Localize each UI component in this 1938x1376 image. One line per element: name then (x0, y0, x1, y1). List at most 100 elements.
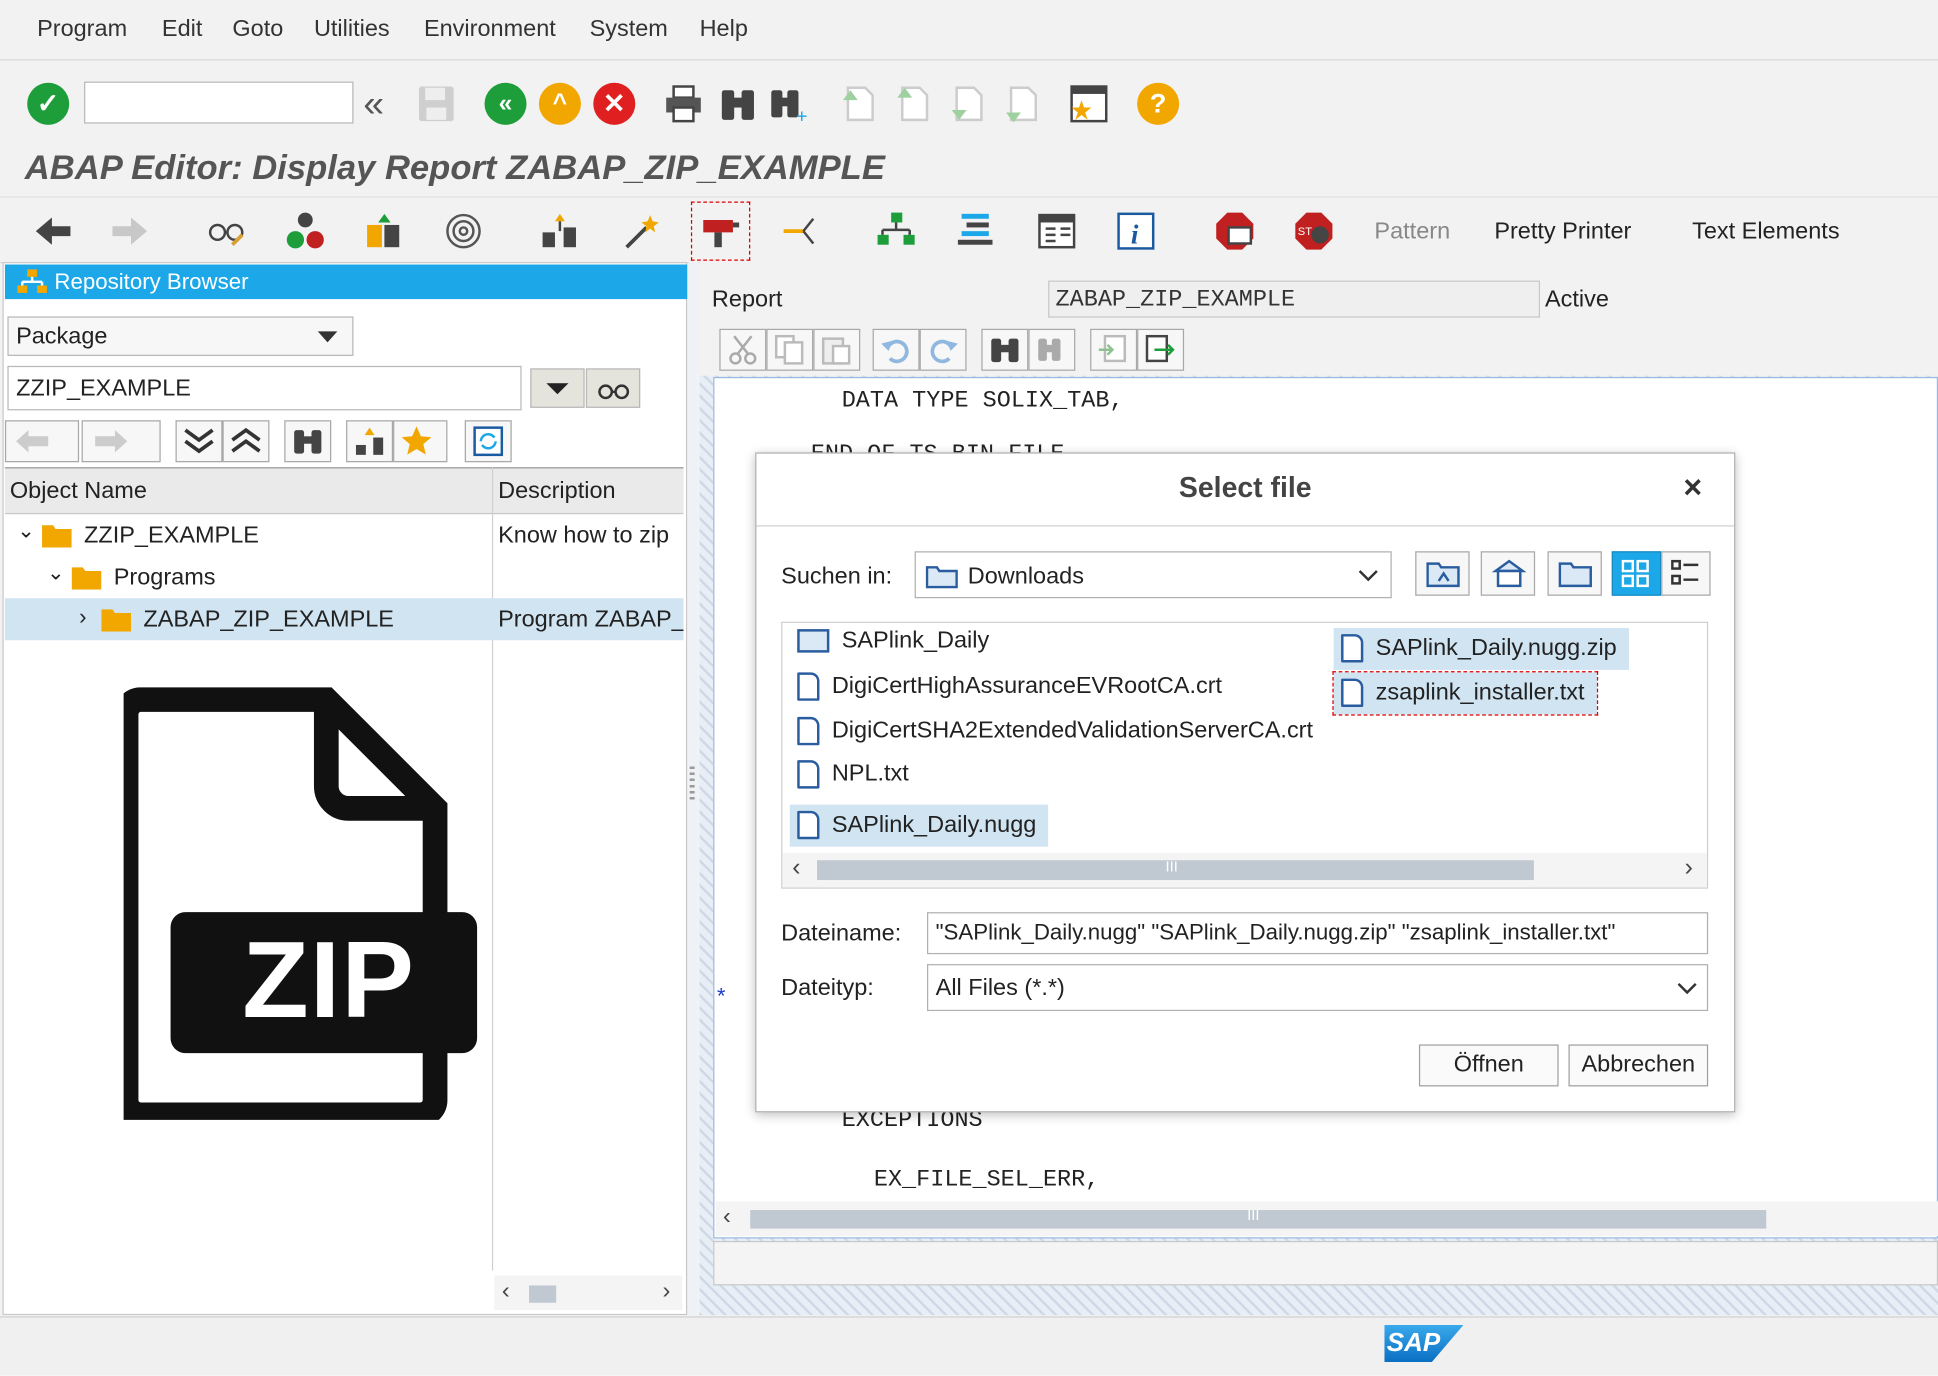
cancel-button[interactable]: Abbrechen (1568, 1044, 1709, 1087)
info-icon[interactable]: i (1115, 210, 1157, 252)
enter-button[interactable]: ✓ (27, 82, 70, 125)
menu-help[interactable]: Help (700, 16, 748, 43)
text-elements-button[interactable]: Text Elements (1692, 219, 1839, 246)
help-on-icon[interactable] (1036, 210, 1078, 252)
chevron-down-icon[interactable]: ⌄ (47, 561, 65, 586)
package-name-input[interactable]: ZZIP_EXAMPLE (7, 365, 522, 411)
close-icon[interactable]: × (1683, 468, 1702, 506)
splitter-grip[interactable] (689, 766, 695, 804)
back-arrow-icon[interactable] (32, 210, 74, 252)
next-page-icon[interactable] (947, 83, 989, 125)
home-button[interactable] (1480, 551, 1536, 596)
tree-row[interactable]: ⌄ Programs (5, 556, 684, 598)
navigate-icon[interactable] (779, 210, 821, 252)
chevron-right-icon[interactable]: › (79, 604, 86, 630)
file-list[interactable]: SAPlink_Daily DigiCertHighAssuranceEVRoo… (781, 621, 1709, 889)
first-page-icon[interactable] (838, 83, 880, 125)
scroll-left-icon[interactable]: ‹ (723, 1204, 731, 1231)
session-breakpoint-icon[interactable]: ST (1293, 210, 1335, 252)
create-shortcut-icon[interactable] (1068, 83, 1110, 125)
save-icon[interactable] (415, 83, 457, 125)
exit-button[interactable]: ^ (538, 82, 581, 125)
menu-goto[interactable]: Goto (232, 16, 283, 43)
scroll-right-icon[interactable]: › (662, 1278, 670, 1305)
command-field[interactable] (84, 81, 354, 124)
package-dropdown-button[interactable] (530, 368, 585, 408)
test-icon[interactable] (539, 210, 581, 252)
print-icon[interactable] (662, 83, 704, 125)
forward-arrow-icon[interactable] (109, 210, 151, 252)
pattern-button[interactable]: Pattern (1374, 219, 1450, 246)
list-view-button[interactable] (1611, 551, 1662, 596)
help-icon[interactable]: ? (1137, 82, 1180, 125)
details-view-button[interactable] (1661, 551, 1711, 596)
scroll-thumb[interactable]: III (816, 858, 1534, 881)
column-object-name[interactable]: Object Name (10, 478, 147, 505)
collapse-all-button[interactable] (222, 420, 270, 463)
cut-button[interactable] (719, 328, 767, 371)
browser-find-button[interactable] (284, 420, 332, 463)
list-item[interactable]: DigiCertHighAssuranceEVRootCA.crt (790, 672, 1230, 714)
column-description[interactable]: Description (498, 478, 615, 505)
tree-row[interactable]: ⌄ ZZIP_EXAMPLE Know how to zip (5, 514, 684, 556)
find-icon[interactable] (717, 83, 759, 125)
copy-button[interactable] (766, 328, 814, 371)
list-item[interactable]: NPL.txt (790, 760, 916, 802)
display-button[interactable] (585, 368, 641, 408)
new-folder-button[interactable] (1547, 551, 1602, 596)
menu-utilities[interactable]: Utilities (314, 16, 390, 43)
display-change-icon[interactable] (205, 210, 247, 252)
filename-input[interactable]: "SAPlink_Daily.nugg" "SAPlink_Daily.nugg… (926, 912, 1709, 955)
activate-icon[interactable] (442, 210, 484, 252)
set-breakpoint-icon[interactable] (690, 201, 751, 261)
list-item[interactable]: SAPlink_Daily (790, 628, 997, 670)
menu-edit[interactable]: Edit (162, 16, 202, 43)
scroll-thumb[interactable] (529, 1285, 557, 1303)
scroll-right-icon[interactable]: › (1685, 854, 1693, 882)
tree-horizontal-scrollbar[interactable]: ‹ › (494, 1275, 683, 1311)
tree-row[interactable]: › ZABAP_ZIP_EXAMPLE Program ZABAP_ (4, 598, 684, 641)
back-button[interactable]: « (484, 82, 527, 125)
stop-debug-icon[interactable] (1214, 210, 1256, 252)
expand-all-button[interactable] (175, 420, 223, 463)
last-page-icon[interactable] (1001, 83, 1043, 125)
export-button[interactable] (1137, 328, 1185, 371)
display-object-list-icon[interactable] (954, 210, 996, 252)
pretty-printer-button[interactable]: Pretty Printer (1494, 219, 1631, 246)
scroll-left-icon[interactable]: ‹ (792, 854, 800, 882)
browser-back-button[interactable] (4, 420, 80, 463)
look-in-select[interactable]: Downloads (914, 551, 1392, 599)
list-item[interactable]: DigiCertSHA2ExtendedValidationServerCA.c… (790, 716, 1321, 759)
insert-button[interactable] (1090, 328, 1138, 371)
filetype-select[interactable]: All Files (*.*) (926, 964, 1709, 1012)
object-type-select[interactable]: Package (7, 316, 354, 356)
list-item[interactable]: SAPlink_Daily.nugg.zip (1333, 627, 1630, 670)
undo-button[interactable] (872, 328, 920, 371)
editor-find-next-button[interactable] (1028, 328, 1076, 371)
favorites-button[interactable] (393, 420, 448, 463)
file-list-scrollbar[interactable]: ‹ III › (782, 852, 1707, 888)
browser-forward-button[interactable] (81, 420, 161, 463)
list-item[interactable]: SAPlink_Daily.nugg (789, 804, 1049, 847)
editor-horizontal-scrollbar[interactable]: ‹ III (715, 1201, 1938, 1236)
list-item[interactable]: zsaplink_installer.txt (1332, 671, 1599, 716)
previous-page-icon[interactable] (892, 83, 934, 125)
scroll-left-icon[interactable]: ‹ (502, 1278, 510, 1305)
chevron-down-icon[interactable]: ⌄ (17, 519, 35, 544)
scroll-thumb[interactable]: III (750, 1206, 1767, 1229)
cancel-button[interactable]: ✕ (593, 82, 636, 125)
menu-environment[interactable]: Environment (424, 16, 556, 43)
editor-find-button[interactable] (981, 328, 1029, 371)
refresh-button[interactable] (464, 420, 512, 463)
open-button[interactable]: Öffnen (1418, 1044, 1559, 1087)
up-one-level-button[interactable] (1415, 551, 1470, 596)
hierarchy-up-button[interactable] (346, 420, 394, 463)
active-inactive-icon[interactable] (284, 210, 326, 252)
find-next-icon[interactable]: + (769, 83, 811, 127)
object-list-icon[interactable] (875, 210, 917, 252)
redo-button[interactable] (919, 328, 967, 371)
where-used-icon[interactable] (620, 210, 662, 252)
check-icon[interactable] (363, 210, 405, 252)
collapse-command-icon[interactable]: « (363, 84, 384, 126)
paste-button[interactable] (813, 328, 861, 371)
